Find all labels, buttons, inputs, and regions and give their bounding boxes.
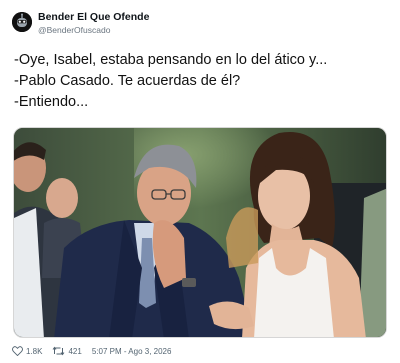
heart-icon <box>12 346 23 356</box>
author-name[interactable]: Bender El Que Ofende <box>38 11 149 23</box>
bender-avatar-icon <box>12 12 32 32</box>
photo-illustration <box>14 128 386 337</box>
avatar[interactable] <box>12 12 32 32</box>
tweet-text: -Oye, Isabel, estaba pensando en lo del … <box>14 50 386 113</box>
timestamp: 5:07 PM - Ago 3, 2026 <box>91 346 172 356</box>
retweet-icon <box>53 346 65 356</box>
author-handle[interactable]: @BenderOfuscado <box>38 25 110 35</box>
tweet-line: -Entiendo... <box>14 94 89 110</box>
tweet-photo[interactable] <box>13 127 387 338</box>
retweet-count: 421 <box>68 346 82 356</box>
like-count: 1.8K <box>26 346 43 356</box>
tweet-footer: 1.8K 421 5:07 PM - Ago 3, 2026 <box>12 344 181 358</box>
like-group[interactable]: 1.8K <box>12 346 42 356</box>
tweet-line: -Oye, Isabel, estaba pensando en lo del … <box>14 52 328 68</box>
timestamp-group[interactable]: 5:07 PM - Ago 3, 2026 <box>92 347 172 356</box>
retweet-group[interactable]: 421 <box>52 346 82 356</box>
tweet-line: -Pablo Casado. Te acuerdas de él? <box>14 73 241 89</box>
